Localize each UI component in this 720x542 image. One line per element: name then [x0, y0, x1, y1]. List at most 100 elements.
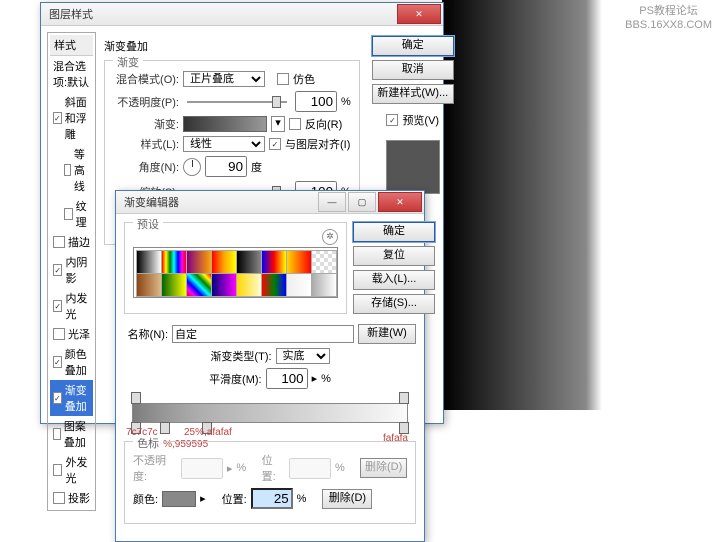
ok-button[interactable]: 确定	[353, 222, 435, 242]
position-label: 位置:	[222, 491, 247, 507]
style-checkbox[interactable]	[53, 236, 65, 248]
style-item[interactable]: 内阴影	[50, 252, 93, 288]
preset-swatch[interactable]	[186, 250, 212, 274]
close-icon[interactable]: ✕	[397, 4, 441, 24]
preset-swatch[interactable]	[311, 273, 337, 297]
preset-swatch[interactable]	[161, 273, 187, 297]
style-item[interactable]: 图案叠加	[50, 416, 93, 452]
gradient-bar[interactable]	[132, 403, 408, 423]
style-item[interactable]: 外发光	[50, 452, 93, 488]
style-checkbox[interactable]	[53, 300, 62, 312]
maximize-icon[interactable]: ▢	[348, 192, 376, 212]
style-item[interactable]: 光泽	[50, 324, 93, 344]
style-item[interactable]: 斜面和浮雕	[50, 92, 93, 144]
blend-options-item[interactable]: 混合选项:默认	[50, 56, 93, 92]
gear-icon[interactable]: ✲	[322, 229, 338, 245]
opacity-stop[interactable]	[399, 392, 409, 404]
color-swatch[interactable]	[162, 491, 196, 507]
dropdown-icon[interactable]: ▸	[312, 372, 318, 385]
position-input[interactable]	[251, 488, 293, 509]
style-label: 斜面和浮雕	[65, 94, 90, 142]
style-label: 描边	[68, 234, 90, 250]
opacity-stop-label: 不透明度:	[133, 452, 177, 484]
titlebar[interactable]: 图层样式 ✕	[41, 3, 443, 26]
color-label: 颜色:	[133, 491, 158, 507]
style-checkbox[interactable]	[53, 392, 62, 404]
preset-swatch[interactable]	[186, 273, 212, 297]
style-item[interactable]: 等高线	[50, 144, 93, 196]
style-item[interactable]: 描边	[50, 232, 93, 252]
style-checkbox[interactable]	[53, 492, 65, 504]
reset-button[interactable]: 复位	[353, 246, 435, 266]
grad-type-select[interactable]: 实底	[276, 348, 330, 364]
angle-input[interactable]	[205, 156, 247, 177]
style-item[interactable]: 颜色叠加	[50, 344, 93, 380]
color-stop[interactable]	[160, 422, 170, 434]
align-label: 与图层对齐(I)	[285, 136, 350, 152]
preset-swatch[interactable]	[311, 250, 337, 274]
preview-label: 预览(V)	[402, 112, 439, 128]
style-item[interactable]: 渐变叠加	[50, 380, 93, 416]
preview-swatch	[386, 140, 440, 194]
angle-dial[interactable]	[183, 158, 201, 176]
opacity-label: 不透明度(P):	[113, 94, 179, 110]
style-select[interactable]: 线性	[183, 136, 265, 152]
smooth-label: 平滑度(M):	[209, 371, 262, 387]
gradient-preview[interactable]	[183, 116, 267, 132]
styles-list: 样式 混合选项:默认 斜面和浮雕等高线纹理描边内阴影内发光光泽颜色叠加渐变叠加图…	[47, 32, 96, 511]
style-checkbox[interactable]	[53, 264, 62, 276]
opacity-slider[interactable]	[187, 101, 287, 103]
smooth-input[interactable]	[266, 368, 308, 389]
style-checkbox[interactable]	[53, 356, 62, 368]
style-checkbox[interactable]	[53, 428, 61, 440]
dither-checkbox[interactable]	[277, 73, 289, 85]
preset-swatch[interactable]	[211, 250, 237, 274]
style-checkbox[interactable]	[64, 164, 71, 176]
preset-swatch[interactable]	[286, 273, 312, 297]
preset-swatch[interactable]	[261, 250, 287, 274]
gradient-label: 渐变:	[113, 116, 179, 132]
style-item[interactable]: 投影	[50, 488, 93, 508]
preset-swatch[interactable]	[236, 273, 262, 297]
watermark: PS教程论坛 BBS.16XX8.COM	[625, 4, 712, 32]
style-checkbox[interactable]	[53, 328, 65, 340]
load-button[interactable]: 载入(L)...	[353, 270, 435, 290]
titlebar[interactable]: 渐变编辑器 — ▢ ✕	[116, 191, 424, 214]
close-icon[interactable]: ✕	[378, 192, 422, 212]
reverse-checkbox[interactable]	[289, 118, 301, 130]
dropdown-icon[interactable]: ▾	[271, 116, 285, 132]
style-item[interactable]: 纹理	[50, 196, 93, 232]
style-label: 内阴影	[65, 254, 90, 286]
align-checkbox[interactable]	[269, 138, 281, 150]
delete-button: 删除(D)	[360, 458, 407, 478]
style-label: 投影	[68, 490, 90, 506]
save-button[interactable]: 存储(S)...	[353, 294, 435, 314]
preset-swatch[interactable]	[161, 250, 187, 274]
ok-button[interactable]: 确定	[372, 36, 454, 56]
opacity-stop[interactable]	[131, 392, 141, 404]
new-button[interactable]: 新建(W)	[358, 324, 416, 344]
new-style-button[interactable]: 新建样式(W)...	[372, 84, 454, 104]
cancel-button[interactable]: 取消	[372, 60, 454, 80]
group-title: 渐变	[113, 54, 143, 70]
style-label: 图案叠加	[64, 418, 90, 450]
preset-swatch[interactable]	[261, 273, 287, 297]
preset-swatch[interactable]	[286, 250, 312, 274]
style-checkbox[interactable]	[64, 208, 73, 220]
minimize-icon[interactable]: —	[318, 192, 346, 212]
blend-mode-select[interactable]: 正片叠底	[183, 71, 265, 87]
preview-checkbox[interactable]	[386, 114, 398, 126]
preset-swatch[interactable]	[136, 250, 162, 274]
opacity-input[interactable]	[295, 91, 337, 112]
delete-button[interactable]: 删除(D)	[322, 489, 372, 509]
preset-swatch[interactable]	[211, 273, 237, 297]
style-checkbox[interactable]	[53, 112, 62, 124]
style-item[interactable]: 内发光	[50, 288, 93, 324]
styles-header[interactable]: 样式	[50, 35, 93, 56]
dither-label: 仿色	[293, 71, 315, 87]
presets-group: 预设 ✲	[124, 222, 347, 314]
name-input[interactable]	[172, 325, 354, 343]
preset-swatch[interactable]	[136, 273, 162, 297]
preset-swatch[interactable]	[236, 250, 262, 274]
style-checkbox[interactable]	[53, 464, 62, 476]
